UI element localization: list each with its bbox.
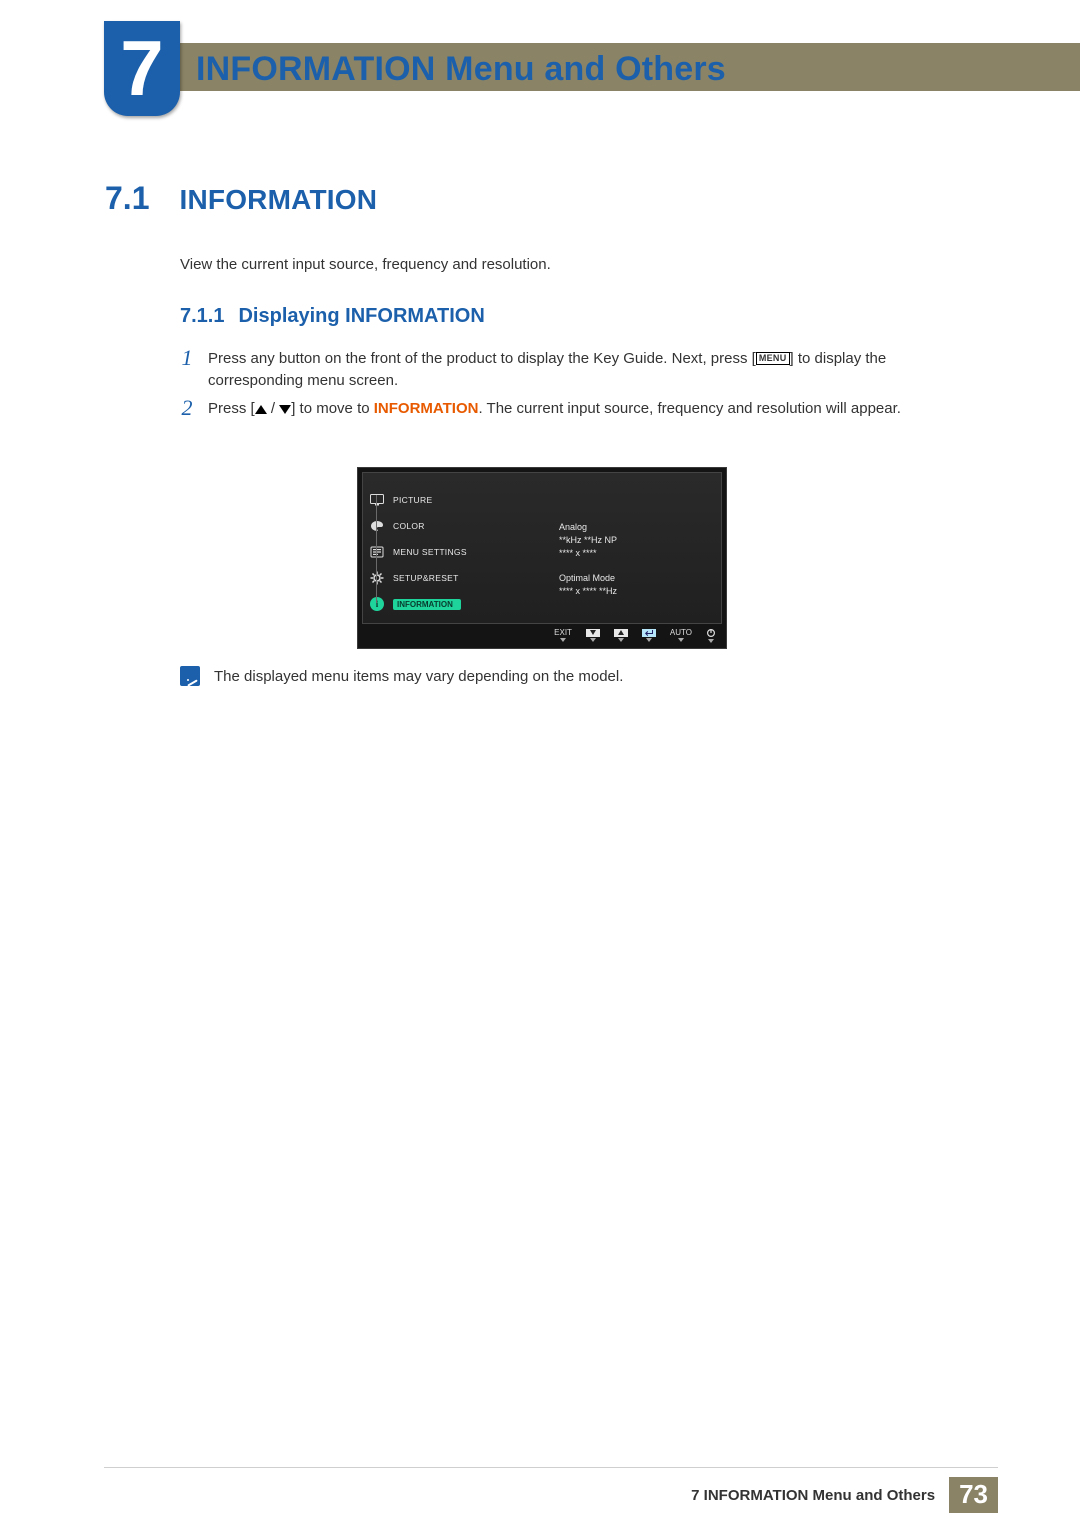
section-title: INFORMATION — [179, 184, 377, 216]
chapter-title: INFORMATION Menu and Others — [196, 50, 726, 89]
osd-item-information: i INFORMATION — [369, 591, 519, 617]
step-1-text-a: Press any button on the front of the pro… — [208, 350, 756, 367]
note: The displayed menu items may vary depend… — [180, 666, 950, 686]
step-2-text-c: . The current input source, frequency an… — [478, 400, 900, 417]
subsection-number: 7.1.1 — [180, 305, 224, 328]
osd-item-label: COLOR — [393, 521, 425, 531]
page-footer: 7 INFORMATION Menu and Others 73 — [0, 1467, 1080, 1527]
section-intro: View the current input source, frequency… — [180, 256, 551, 273]
osd-item-label: INFORMATION — [393, 599, 461, 610]
chapter-number: 7 — [104, 21, 180, 116]
osd-info-line: **** x **** **Hz — [559, 585, 617, 598]
subsection-title: Displaying INFORMATION — [238, 305, 484, 328]
osd-info-line: Optimal Mode — [559, 572, 617, 585]
osd-btn-up — [614, 629, 628, 642]
step-2-body: Press [ / ] to move to INFORMATION. The … — [208, 398, 901, 420]
palette-icon — [369, 518, 385, 534]
osd-info-line: Analog — [559, 521, 617, 534]
chevron-down-icon — [560, 638, 566, 642]
step-1-number: 1 — [180, 348, 194, 368]
osd-btn-label: AUTO — [670, 628, 692, 637]
step-1: 1 Press any button on the front of the p… — [180, 348, 950, 392]
step-2-text-b: ] to move to — [291, 400, 374, 417]
osd-btn-label: EXIT — [554, 628, 572, 637]
button-face — [642, 629, 656, 637]
osd-btn-down — [586, 629, 600, 642]
osd-item-picture: PICTURE — [369, 487, 519, 513]
osd-item-label: PICTURE — [393, 495, 432, 505]
triangle-down-icon — [279, 405, 291, 414]
picture-icon — [369, 492, 385, 508]
footer-divider — [104, 1467, 998, 1468]
osd-item-label: MENU SETTINGS — [393, 547, 467, 557]
chevron-down-icon — [590, 638, 596, 642]
triangle-up-icon — [255, 405, 267, 414]
osd-info-line: **** x **** — [559, 547, 617, 560]
page-number: 73 — [949, 1477, 998, 1513]
chevron-down-icon — [708, 639, 714, 643]
subsection-heading: 7.1.1 Displaying INFORMATION — [180, 305, 485, 328]
osd-bottom-bar: EXIT AUTO — [362, 628, 722, 642]
chevron-down-icon — [678, 638, 684, 642]
step-2-number: 2 — [180, 398, 194, 418]
gear-icon — [369, 570, 385, 586]
step-1-body: Press any button on the front of the pro… — [208, 348, 950, 392]
osd-item-label: SETUP&RESET — [393, 573, 459, 583]
info-icon: i — [369, 596, 385, 612]
footer-text: 7 INFORMATION Menu and Others — [691, 1487, 935, 1504]
power-icon — [706, 628, 716, 638]
osd-item-setup-reset: SETUP&RESET — [369, 565, 519, 591]
note-icon — [180, 666, 200, 686]
button-face — [614, 629, 628, 637]
chapter-badge: 7 — [104, 21, 180, 116]
osd-btn-exit: EXIT — [554, 628, 572, 642]
osd-btn-auto: AUTO — [670, 628, 692, 642]
osd-screenshot: PICTURE COLOR MENU SETTINGS SETUP&RESET — [357, 467, 727, 649]
osd-panel: PICTURE COLOR MENU SETTINGS SETUP&RESET — [362, 472, 722, 624]
osd-btn-power — [706, 628, 716, 643]
osd-menu-list: PICTURE COLOR MENU SETTINGS SETUP&RESET — [369, 487, 519, 617]
osd-item-color: COLOR — [369, 513, 519, 539]
osd-btn-enter — [642, 629, 656, 642]
section-number: 7.1 — [105, 180, 149, 217]
chevron-down-icon — [618, 638, 624, 642]
note-text: The displayed menu items may vary depend… — [214, 668, 623, 685]
osd-info-line: **kHz **Hz NP — [559, 534, 617, 547]
button-face — [586, 629, 600, 637]
step-2: 2 Press [ / ] to move to INFORMATION. Th… — [180, 398, 950, 420]
chevron-down-icon — [646, 638, 652, 642]
section-heading: 7.1 INFORMATION — [105, 180, 377, 217]
step-2-text-a: Press [ — [208, 400, 255, 417]
menu-settings-icon — [369, 544, 385, 560]
menu-button-label: MENU — [756, 352, 790, 365]
osd-info-panel: Analog **kHz **Hz NP **** x **** Optimal… — [559, 521, 617, 598]
step-2-highlight: INFORMATION — [374, 400, 479, 417]
osd-item-menu-settings: MENU SETTINGS — [369, 539, 519, 565]
